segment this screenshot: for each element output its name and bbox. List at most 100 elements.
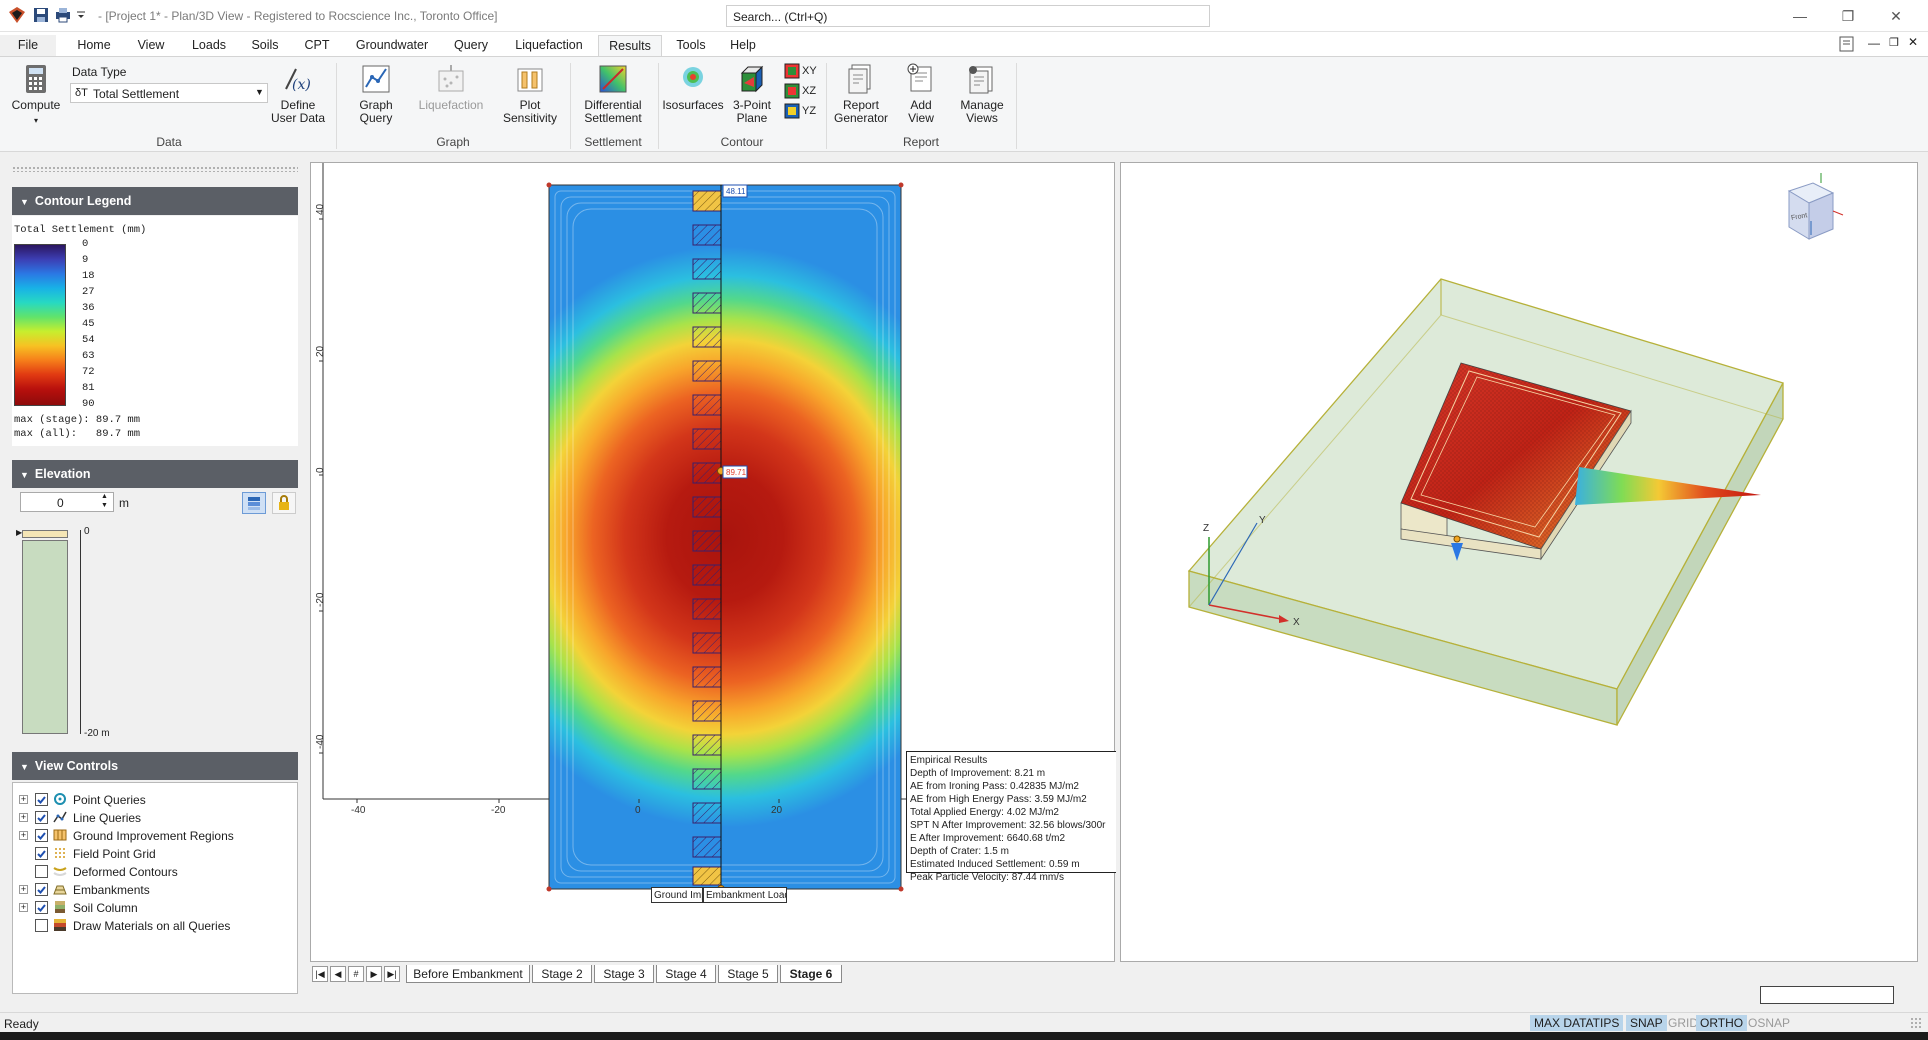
elevation-input[interactable]: 0 ▲ ▼ <box>20 492 114 512</box>
stage-tab-3[interactable]: Stage 3 <box>594 965 654 983</box>
elevation-view-button[interactable] <box>242 492 266 514</box>
contour-legend-body: Total Settlement (mm) 0 9 18 27 36 45 54… <box>12 216 298 446</box>
data-type-select[interactable]: δT Total Settlement ▼ <box>70 83 268 103</box>
tab-results[interactable]: Results <box>598 35 662 56</box>
checkbox[interactable] <box>35 919 48 932</box>
next-stage-button[interactable]: ▶ <box>366 966 382 982</box>
checkbox[interactable] <box>35 847 48 860</box>
first-stage-button[interactable]: |◀ <box>312 966 328 982</box>
status-snap[interactable]: SNAP <box>1626 1015 1667 1031</box>
close-button[interactable]: ✕ <box>1876 4 1916 28</box>
stage-tab-2[interactable]: Stage 2 <box>532 965 592 983</box>
save-icon[interactable] <box>32 6 50 24</box>
elevation-header[interactable]: ▼ Elevation <box>12 460 298 488</box>
define-user-data-button[interactable]: (x) Define User Data <box>268 63 328 125</box>
x-tick-label: -40 <box>351 805 366 816</box>
last-stage-button[interactable]: ▶| <box>384 966 400 982</box>
tab-query[interactable]: Query <box>446 35 496 56</box>
prev-stage-button[interactable]: ◀ <box>330 966 346 982</box>
checkbox[interactable] <box>35 829 48 842</box>
yz-plane-button[interactable]: YZ <box>784 103 824 120</box>
print-icon[interactable] <box>54 6 72 24</box>
axis-y-label: Y <box>1259 515 1266 526</box>
tab-soils[interactable]: Soils <box>242 35 288 56</box>
report-generator-button[interactable]: Report Generator <box>830 63 892 125</box>
status-max-datatips[interactable]: MAX DATATIPS <box>1530 1015 1624 1031</box>
differential-settlement-label-2: Settlement <box>584 111 642 125</box>
graph-query-button[interactable]: Graph Query <box>348 63 404 125</box>
expand-icon[interactable]: + <box>19 813 28 822</box>
restore-button[interactable]: ❐ <box>1828 4 1868 28</box>
search-input[interactable]: Search... (Ctrl+Q) <box>726 5 1210 27</box>
add-view-button[interactable]: Add View <box>896 63 946 125</box>
group-report-label: Report <box>902 135 940 149</box>
tab-home[interactable]: Home <box>68 35 120 56</box>
tab-view[interactable]: View <box>128 35 174 56</box>
stage-index-button[interactable]: # <box>348 966 364 982</box>
expand-icon[interactable]: + <box>19 885 28 894</box>
elevation-bottom-label: -20 m <box>84 728 110 739</box>
manage-views-icon <box>969 66 993 94</box>
view-controls-header[interactable]: ▼ View Controls <box>12 752 298 780</box>
vertical-scrollbar[interactable] <box>1918 162 1928 962</box>
resize-grip-icon[interactable] <box>1910 1017 1922 1029</box>
tab-cpt[interactable]: CPT <box>296 35 338 56</box>
tab-help[interactable]: Help <box>720 35 766 56</box>
checkbox[interactable] <box>35 865 48 878</box>
tab-file[interactable]: File <box>0 35 56 56</box>
status-ortho[interactable]: ORTHO <box>1696 1015 1748 1031</box>
mdi-close-icon[interactable]: ✕ <box>1908 35 1918 49</box>
settlement-contour-field[interactable] <box>548 184 902 890</box>
quick-access-dropdown-icon[interactable] <box>76 6 86 24</box>
plot-sensitivity-button[interactable]: Plot Sensitivity <box>498 63 562 125</box>
xy-plane-button[interactable]: XY <box>784 63 824 80</box>
panel-grip[interactable] <box>12 166 298 172</box>
ground-improvement-regions[interactable] <box>692 190 722 886</box>
ground-improvement-label: Ground Imp <box>651 887 703 903</box>
view-cube[interactable]: Front <box>1787 173 1844 240</box>
stage-tab-before-embankment[interactable]: Before Embankment <box>406 965 530 983</box>
mdi-restore-icon[interactable]: ❐ <box>1889 36 1899 49</box>
plan-view[interactable]: 48.11 89.71 40 20 0 -20 -40 -40 -20 0 20… <box>310 162 1116 962</box>
status-field[interactable] <box>1760 986 1894 1004</box>
contour-legend-header[interactable]: ▼ Contour Legend <box>12 187 298 215</box>
expand-icon[interactable]: + <box>19 795 28 804</box>
differential-settlement-button[interactable]: Differential Settlement <box>578 63 648 125</box>
stage-tab-6[interactable]: Stage 6 <box>780 965 842 983</box>
liquefaction-button[interactable]: Liquefaction <box>412 63 490 112</box>
three-point-plane-button[interactable]: 3-Point Plane <box>726 63 778 125</box>
expand-icon[interactable]: + <box>19 831 28 840</box>
add-view-icon <box>907 63 932 92</box>
spinner-down-icon[interactable]: ▼ <box>101 502 108 509</box>
checkbox[interactable] <box>35 811 48 824</box>
contour-legend-title: Contour Legend <box>34 194 132 208</box>
stage-tab-5[interactable]: Stage 5 <box>718 965 778 983</box>
stage-tab-4[interactable]: Stage 4 <box>656 965 716 983</box>
spinner-up-icon[interactable]: ▲ <box>101 493 108 500</box>
xz-plane-button[interactable]: XZ <box>784 83 824 100</box>
compute-dropdown-icon[interactable]: ▾ <box>8 114 64 127</box>
lock-icon <box>279 495 289 510</box>
manage-views-button[interactable]: Manage Views <box>954 63 1010 125</box>
tab-tools[interactable]: Tools <box>668 35 714 56</box>
tab-loads[interactable]: Loads <box>184 35 234 56</box>
mdi-minimize-icon[interactable]: — <box>1868 36 1880 50</box>
elevation-lock-button[interactable] <box>272 492 296 514</box>
help-book-icon[interactable] <box>1838 35 1856 53</box>
3d-view-canvas[interactable]: Z Y X Front <box>1121 163 1919 963</box>
checkbox[interactable] <box>35 793 48 806</box>
tab-liquefaction[interactable]: Liquefaction <box>506 35 592 56</box>
3d-view[interactable]: Z Y X Front <box>1120 162 1918 962</box>
legend-tick: 90 <box>82 398 95 410</box>
minimize-button[interactable]: — <box>1780 4 1820 28</box>
expand-icon[interactable]: + <box>19 903 28 912</box>
compute-button[interactable]: Compute ▾ <box>8 63 64 127</box>
status-osnap[interactable]: OSNAP <box>1744 1015 1794 1031</box>
ribbon-separator <box>658 63 659 149</box>
query-point-3d[interactable] <box>1453 535 1461 543</box>
xy-label: XY <box>802 65 817 77</box>
tab-groundwater[interactable]: Groundwater <box>346 35 438 56</box>
checkbox[interactable] <box>35 883 48 896</box>
isosurfaces-button[interactable]: Isosurfaces <box>662 63 724 112</box>
checkbox[interactable] <box>35 901 48 914</box>
